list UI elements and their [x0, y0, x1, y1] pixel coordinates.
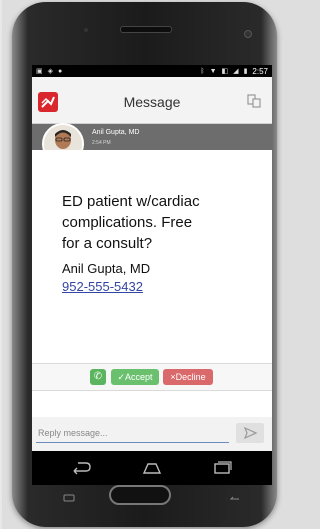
home-icon[interactable] — [140, 460, 164, 476]
message-timestamp: 2:54 PM — [92, 140, 111, 146]
message-line: ED patient w/cardiac — [62, 193, 200, 210]
shield-icon: ◈ — [47, 68, 54, 75]
signal-icon: ◢ — [233, 68, 239, 75]
action-row: ✆ ✓Accept ×Decline — [32, 363, 272, 391]
battery-icon: ▮ — [243, 68, 248, 75]
app-bar: Message — [32, 77, 272, 124]
home-key[interactable] — [109, 485, 171, 505]
nfc-icon: ◧ — [221, 68, 229, 75]
message-signature: Anil Gupta, MD — [62, 261, 151, 276]
phone-link[interactable]: 952-555-5432 — [62, 279, 143, 294]
reply-input[interactable] — [36, 424, 229, 443]
message-line: complications. Free — [62, 214, 193, 231]
phone-icon: ✆ — [93, 371, 103, 382]
status-bar: ▣ ◈ ● ᛒ ▼ ◧ ◢ ▮ 2:57 — [32, 65, 272, 77]
accept-button[interactable]: ✓Accept — [111, 369, 159, 385]
front-camera-icon — [244, 30, 252, 38]
decline-button[interactable]: ×Decline — [163, 369, 213, 385]
send-button[interactable] — [236, 423, 264, 443]
background-line — [0, 0, 2, 529]
proximity-sensor — [84, 28, 88, 32]
sender-name: Anil Gupta, MD — [92, 129, 140, 136]
recents-icon[interactable] — [210, 460, 234, 476]
page-title: Message — [123, 94, 181, 110]
recents-key-icon[interactable] — [62, 490, 76, 502]
status-left-icons: ▣ ◈ ● — [36, 67, 63, 76]
wifi-icon: ▼ — [209, 67, 217, 75]
record-icon: ● — [58, 67, 63, 75]
earpiece — [120, 26, 172, 33]
call-button[interactable]: ✆ — [90, 369, 106, 385]
back-key-icon[interactable] — [228, 490, 242, 500]
bluetooth-icon: ᛒ — [200, 67, 205, 75]
reply-bar — [32, 417, 272, 451]
message-line: for a consult? — [62, 235, 153, 252]
contacts-icon[interactable] — [246, 93, 262, 109]
phone-screen: ▣ ◈ ● ᛒ ▼ ◧ ◢ ▮ 2:57 Message Anil Gupta,… — [32, 65, 272, 485]
send-icon — [243, 426, 258, 440]
status-right-icons: ᛒ ▼ ◧ ◢ ▮ 2:57 — [200, 67, 268, 76]
back-icon[interactable] — [68, 460, 92, 476]
status-time: 2:57 — [252, 66, 268, 76]
navigation-bar — [32, 451, 272, 485]
image-icon: ▣ — [36, 68, 43, 75]
